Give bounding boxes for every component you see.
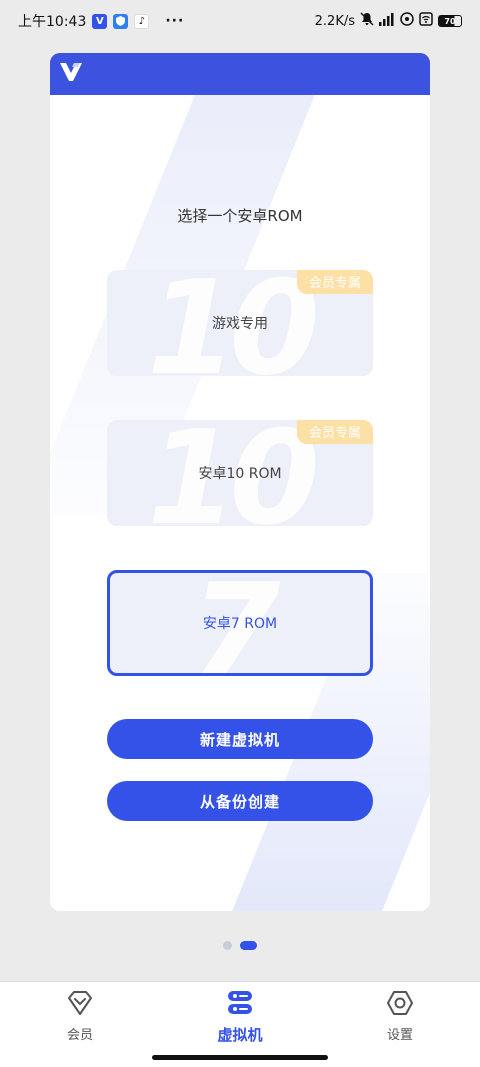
- bottom-nav: 会员 虚拟机 设置: [0, 981, 480, 1067]
- rom-option-android10[interactable]: 10 会员专属 安卓10 ROM: [107, 420, 373, 526]
- pager-dot-1[interactable]: [223, 941, 232, 950]
- vip-badge: 会员专属: [296, 420, 373, 444]
- rom-select-card: 选择一个安卓ROM 10 会员专属 游戏专用 10 会员专属 安卓10 ROM …: [50, 53, 430, 911]
- nav-label: 会员: [66, 1028, 93, 1043]
- new-vm-button[interactable]: 新建虚拟机: [107, 719, 373, 759]
- hexagon-gear-icon: [386, 990, 414, 1020]
- rom-label: 安卓10 ROM: [198, 466, 282, 482]
- page-title: 选择一个安卓ROM: [177, 207, 303, 225]
- server-icon: [226, 990, 254, 1020]
- card-header: [50, 53, 430, 95]
- nav-label: 设置: [386, 1028, 413, 1043]
- nav-label: 虚拟机: [217, 1026, 263, 1044]
- rom-label: 游戏专用: [212, 316, 268, 332]
- create-from-backup-button[interactable]: 从备份创建: [107, 781, 373, 821]
- logo-v-icon: [60, 63, 82, 85]
- net-speed: 2.2K/s: [314, 13, 355, 29]
- mute-icon: [360, 12, 374, 30]
- app-v-icon: V: [92, 13, 108, 29]
- home-indicator[interactable]: [152, 1055, 328, 1060]
- diamond-icon: [66, 990, 94, 1020]
- tiktok-icon: ♪: [134, 13, 150, 29]
- signal-icon: [379, 12, 395, 30]
- vip-badge: 会员专属: [296, 270, 373, 294]
- rom-option-android7[interactable]: 7 安卓7 ROM: [107, 570, 373, 676]
- more-notifications-icon: ···: [165, 13, 185, 29]
- status-bar: 上午10:43 V ♪ ··· 2.2K/s 70: [0, 0, 480, 42]
- nav-item-vip[interactable]: 会员: [40, 990, 120, 1043]
- shield-icon: [113, 13, 129, 29]
- rom-option-game[interactable]: 10 会员专属 游戏专用: [107, 270, 373, 376]
- wifi-icon: [419, 12, 433, 30]
- nav-item-settings[interactable]: 设置: [360, 990, 440, 1043]
- status-time: 上午10:43: [18, 14, 87, 30]
- rom-label: 安卓7 ROM: [202, 616, 278, 632]
- pager-dot-2-active[interactable]: [240, 941, 257, 950]
- nav-item-vm[interactable]: 虚拟机: [200, 990, 280, 1045]
- battery-icon: 70: [438, 15, 462, 27]
- hotspot-icon: [400, 12, 414, 30]
